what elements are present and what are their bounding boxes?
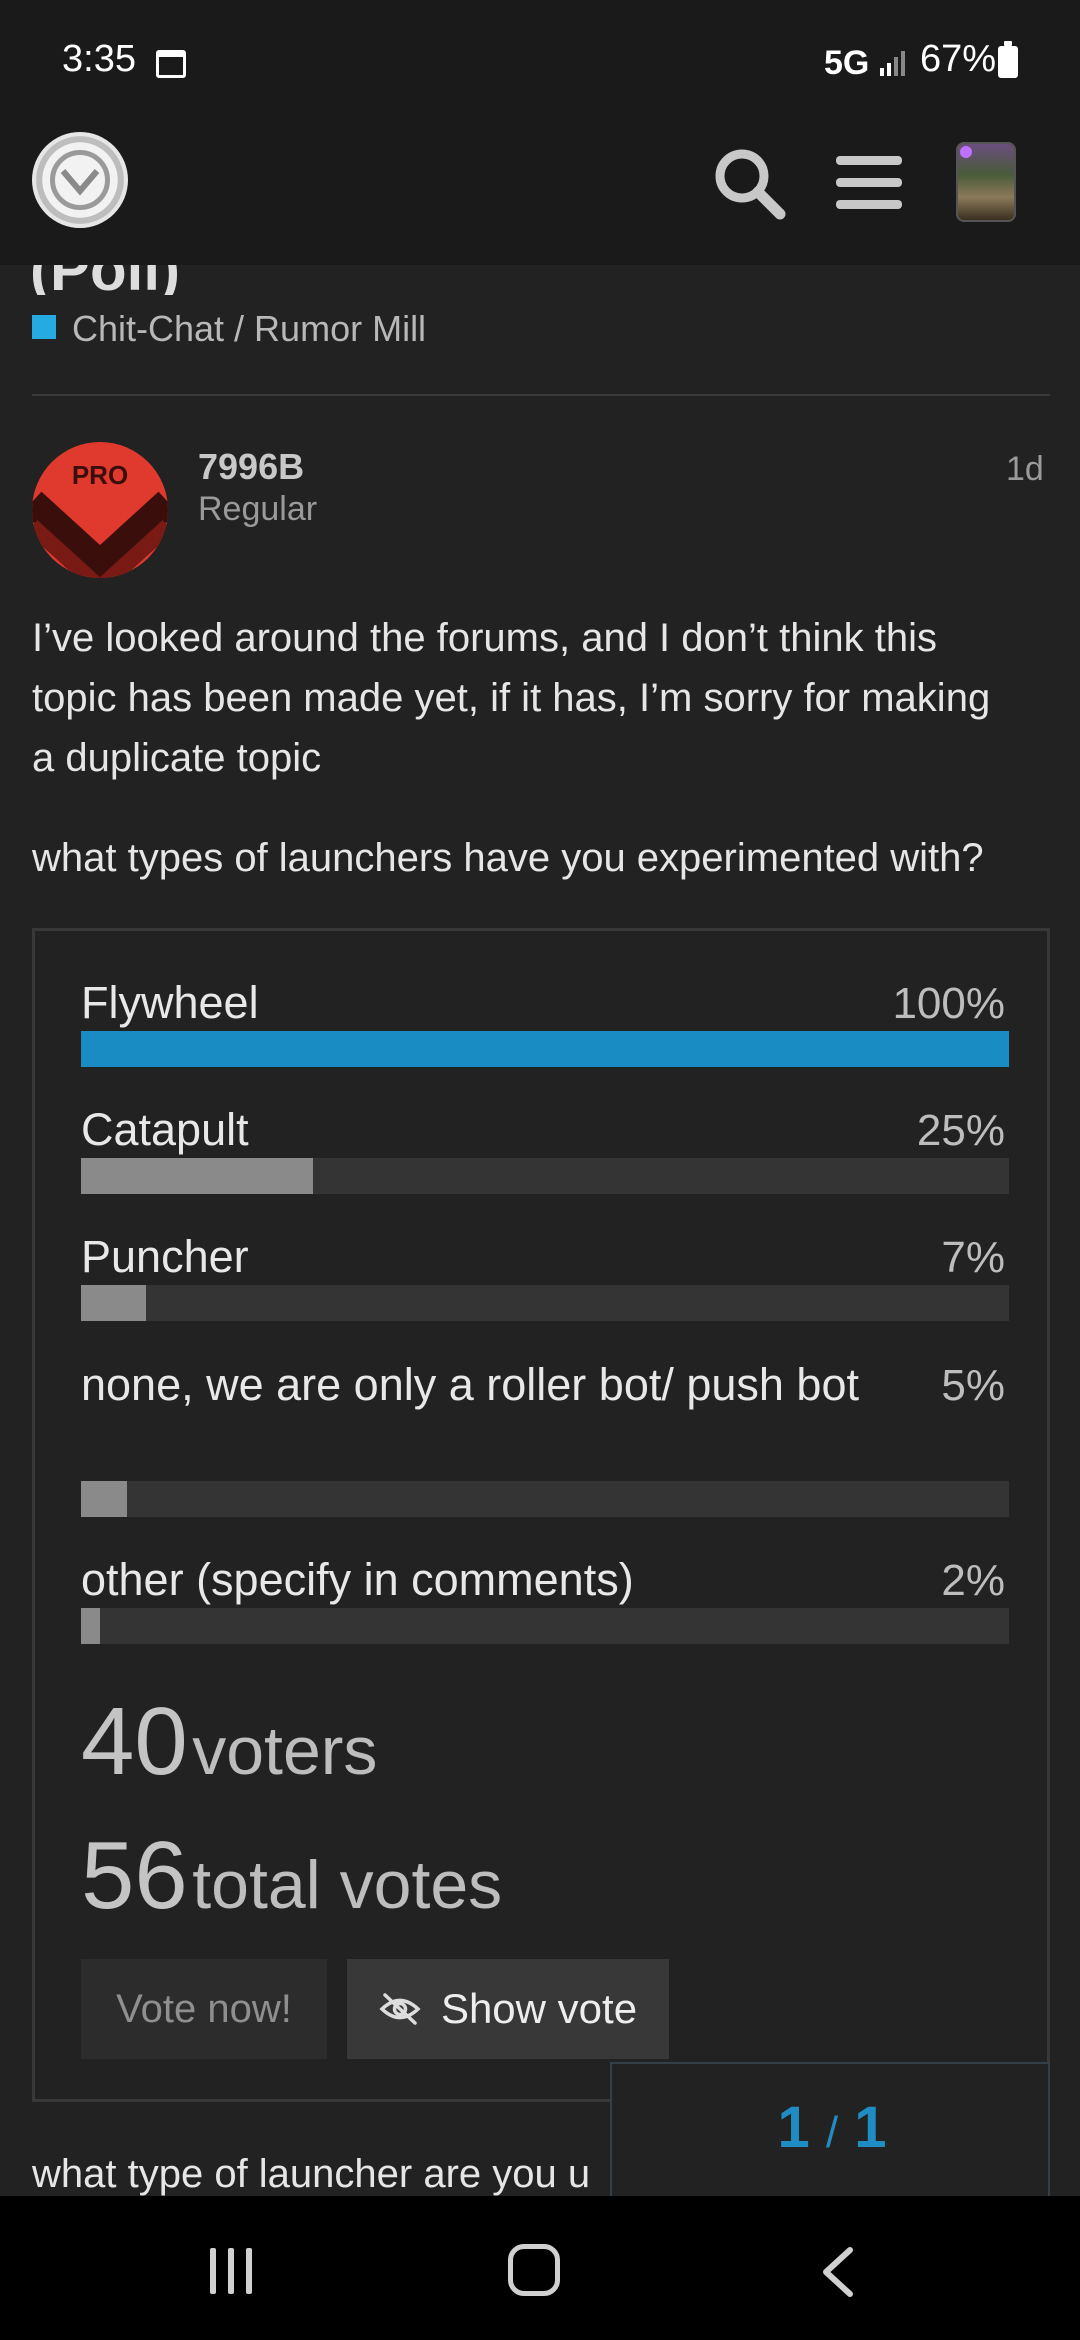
poll-option-bar-fill xyxy=(81,1608,100,1644)
divider xyxy=(32,394,1050,396)
post-line: a duplicate topic xyxy=(32,736,322,780)
poll-option-label[interactable]: Catapult xyxy=(81,1096,249,1164)
post-line: topic has been made yet, if it has, I’m … xyxy=(32,676,991,720)
hamburger-menu-icon[interactable] xyxy=(836,154,902,210)
voters-count: 40 xyxy=(81,1688,188,1795)
poll-option-percent: 25% xyxy=(916,1106,1005,1155)
poll-option-label[interactable]: other (specify in comments) xyxy=(81,1546,634,1614)
progress-total: 1 xyxy=(854,2095,887,2160)
poll-option-bar xyxy=(81,1031,1009,1067)
avatar-badge-text: PRO xyxy=(71,460,129,490)
calendar-icon xyxy=(156,50,186,78)
author-avatar[interactable]: PRO xyxy=(32,442,168,578)
voters-label: voters xyxy=(192,1713,378,1789)
battery-percent: 67% xyxy=(920,38,997,80)
progress-current: 1 xyxy=(777,2095,810,2160)
poll-option-bar-fill xyxy=(81,1158,313,1194)
poll-option-bar-fill xyxy=(81,1481,128,1517)
network-type: 5G xyxy=(824,44,870,82)
category-link[interactable]: Chit-Chat / Rumor Mill xyxy=(72,308,426,350)
poll-option-bar xyxy=(81,1481,1009,1517)
poll-option-bar-fill xyxy=(81,1285,146,1321)
topic-title-area: (Poll) xyxy=(0,265,1080,295)
timeline-progress[interactable]: 1 / 1 xyxy=(610,2062,1050,2196)
v-mark-icon xyxy=(60,169,100,196)
poll-option-label[interactable]: none, we are only a roller bot/ push bot xyxy=(81,1351,881,1419)
eye-slash-icon xyxy=(379,1993,421,2025)
poll-option-bar xyxy=(81,1285,1009,1321)
progress-separator: / xyxy=(825,2108,839,2157)
post-question: what types of launchers have you experim… xyxy=(32,836,984,880)
timeline-progress-text: 1 / 1 xyxy=(612,2094,1052,2161)
category-badge xyxy=(32,315,56,339)
poll-voters: 40 voters xyxy=(81,1687,377,1797)
poll-total-votes: 56 total votes xyxy=(81,1821,502,1931)
site-logo[interactable] xyxy=(32,132,128,228)
show-vote-label: Show vote xyxy=(440,1985,638,2032)
poll-option-bar-fill xyxy=(81,1031,1009,1067)
poll-option-label[interactable]: Flywheel xyxy=(81,969,259,1037)
logo-ring xyxy=(50,150,110,210)
poll-option-percent: 100% xyxy=(892,979,1005,1028)
status-time: 3:35 xyxy=(62,38,136,80)
poll-option-bar xyxy=(81,1608,1009,1644)
post-date[interactable]: 1d xyxy=(1006,450,1044,489)
poll-option-bar xyxy=(81,1158,1009,1194)
poll: Flywheel 100% Catapult 25% Puncher 7% no… xyxy=(32,928,1050,2102)
home-icon[interactable] xyxy=(508,2244,560,2296)
notification-dot xyxy=(960,146,972,158)
total-votes-count: 56 xyxy=(81,1822,188,1929)
search-icon[interactable] xyxy=(712,146,788,222)
vote-now-button[interactable]: Vote now! xyxy=(81,1959,327,2059)
battery-icon xyxy=(998,41,1018,78)
post-line: I’ve looked around the forums, and I don… xyxy=(32,616,937,660)
author-username[interactable]: 7996B xyxy=(198,446,304,488)
signal-icon xyxy=(880,51,905,76)
topic-title[interactable]: (Poll) xyxy=(30,265,180,295)
recent-apps-icon[interactable] xyxy=(206,2246,256,2296)
total-votes-label: total votes xyxy=(192,1847,503,1923)
poll-option-percent: 2% xyxy=(941,1556,1005,1605)
site-header xyxy=(0,130,1080,265)
poll-option-label[interactable]: Puncher xyxy=(81,1223,249,1291)
back-icon[interactable] xyxy=(818,2246,858,2298)
poll-option-percent: 7% xyxy=(941,1233,1005,1282)
poll-option-percent: 5% xyxy=(941,1361,1005,1410)
show-vote-button[interactable]: Show vote xyxy=(347,1959,669,2059)
author-title: Regular xyxy=(198,490,318,528)
